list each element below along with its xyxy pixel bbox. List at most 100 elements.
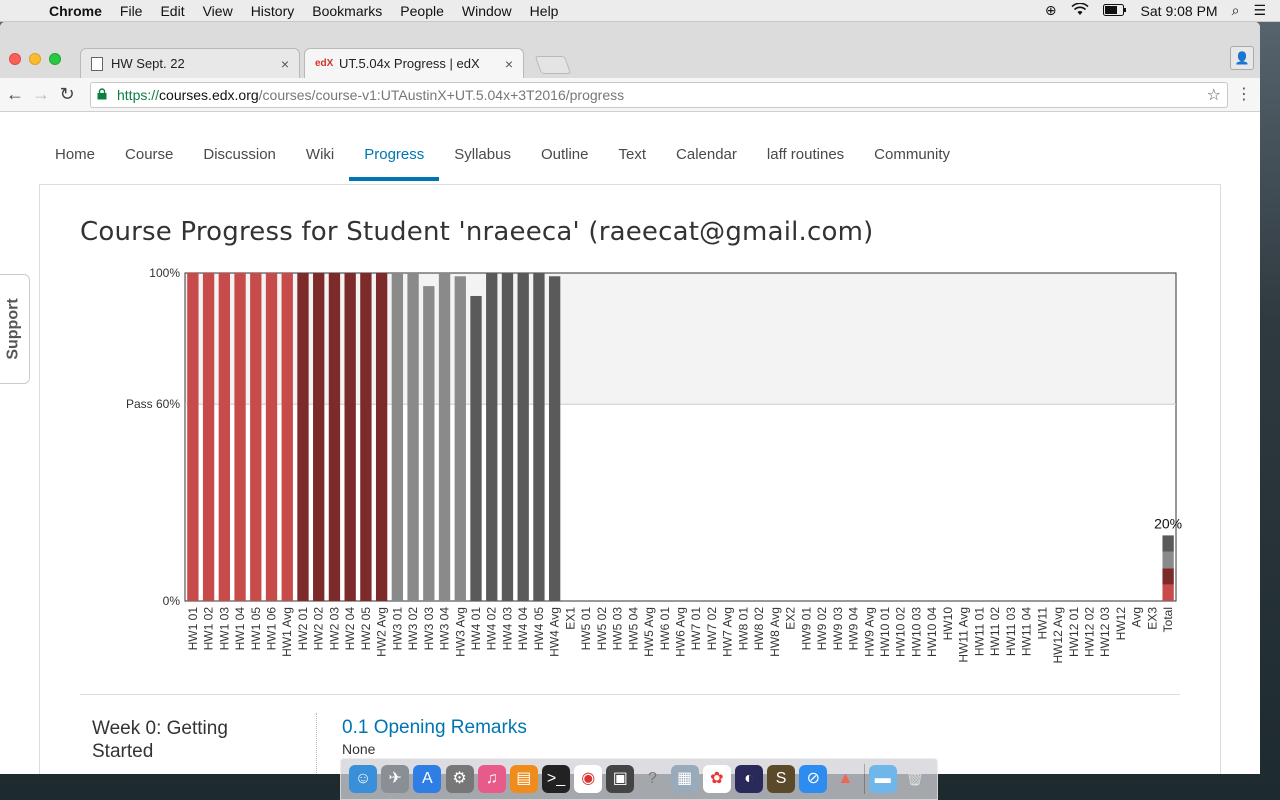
x-tick-label: HW9 03 xyxy=(831,607,845,651)
chrome-menu-icon[interactable]: ⋮ xyxy=(1236,84,1252,104)
address-bar[interactable]: https://courses.edx.org/courses/course-v… xyxy=(90,82,1228,108)
terminal-icon[interactable]: >_ xyxy=(542,765,571,793)
app-store-icon[interactable]: A xyxy=(413,765,442,793)
finder-icon[interactable]: ☺ xyxy=(349,765,378,793)
menu-edit[interactable]: Edit xyxy=(151,3,193,19)
nav-progress[interactable]: Progress xyxy=(349,132,440,181)
tab-edx-progress[interactable]: edX UT.5.04x Progress | edX × xyxy=(304,48,524,78)
close-tab-icon[interactable]: × xyxy=(505,56,513,72)
x-tick-label: HW5 Avg xyxy=(642,607,656,657)
trash-icon[interactable]: 🗑 xyxy=(901,765,929,793)
clock[interactable]: Sat 9:08 PM xyxy=(1141,3,1218,19)
bar xyxy=(360,273,372,601)
course-navigation: Home Course Discussion Wiki Progress Syl… xyxy=(40,132,965,181)
section-score: None xyxy=(342,741,376,757)
ibooks-icon[interactable]: ▤ xyxy=(509,765,538,793)
x-tick-label: EX1 xyxy=(563,607,577,630)
zoom-window-button[interactable] xyxy=(49,53,61,65)
bar xyxy=(501,273,514,601)
x-tick-label: HW3 03 xyxy=(422,607,436,651)
bar xyxy=(313,273,325,601)
folder-icon[interactable]: ▬ xyxy=(868,765,897,793)
bar xyxy=(391,273,404,601)
url-host: courses.edx.org xyxy=(159,87,259,103)
x-tick-label: HW5 02 xyxy=(595,607,609,651)
section-link[interactable]: 0.1 Opening Remarks xyxy=(342,717,527,739)
x-tick-label: HW6 01 xyxy=(658,607,672,651)
bar xyxy=(265,273,278,601)
nav-syllabus[interactable]: Syllabus xyxy=(439,132,526,177)
preview-icon[interactable]: ▣ xyxy=(606,765,635,793)
eclipse-icon[interactable]: ◐ xyxy=(734,765,763,793)
macos-menubar: Chrome File Edit View History Bookmarks … xyxy=(0,0,1280,22)
support-label: Support xyxy=(4,298,22,360)
accessibility-icon[interactable]: ⊕ xyxy=(1045,2,1057,19)
photos-icon[interactable]: ✿ xyxy=(702,765,731,793)
x-tick-label: HW11 01 xyxy=(972,607,986,656)
close-tab-icon[interactable]: × xyxy=(281,56,289,72)
reload-icon[interactable]: ↻ xyxy=(54,84,80,105)
nav-calendar[interactable]: Calendar xyxy=(661,132,752,177)
x-tick-label: HW10 01 xyxy=(878,607,892,657)
minimize-window-button[interactable] xyxy=(29,53,41,65)
menu-history[interactable]: History xyxy=(242,3,304,19)
menu-help[interactable]: Help xyxy=(521,3,568,19)
nav-course[interactable]: Course xyxy=(110,132,188,177)
x-tick-label: HW7 02 xyxy=(705,607,719,651)
back-arrow-icon[interactable]: ← xyxy=(2,84,28,105)
menu-file[interactable]: File xyxy=(111,3,152,19)
launchpad-icon[interactable]: ✈ xyxy=(381,765,410,793)
matlab-icon[interactable]: ▲ xyxy=(831,765,859,793)
total-bar-segment xyxy=(1162,535,1174,552)
nav-wiki[interactable]: Wiki xyxy=(291,132,349,177)
battery-icon[interactable] xyxy=(1102,3,1127,19)
x-tick-label: HW6 Avg xyxy=(674,607,688,657)
close-window-button[interactable] xyxy=(9,53,21,65)
forward-arrow-icon[interactable]: → xyxy=(28,84,54,105)
menu-view[interactable]: View xyxy=(194,3,242,19)
bar xyxy=(375,273,388,601)
bar xyxy=(234,273,246,601)
bar xyxy=(533,273,545,601)
x-tick-label: Avg xyxy=(1130,607,1144,627)
sublime-icon[interactable]: S xyxy=(767,765,796,793)
bookmark-star-icon[interactable]: ☆ xyxy=(1207,85,1221,105)
nav-text[interactable]: Text xyxy=(604,132,662,177)
help-icon[interactable]: ? xyxy=(638,765,666,793)
system-preferences-icon[interactable]: ⚙ xyxy=(445,765,474,793)
wifi-icon[interactable] xyxy=(1070,2,1089,19)
progress-chart: 100%Pass 60%0%HW1 01 HW1 02 HW1 03 HW1 04 HW… xyxy=(126,266,1182,663)
nav-outline[interactable]: Outline xyxy=(526,132,604,177)
url-path: /courses/course-v1:UTAustinX+UT.5.04x+3T… xyxy=(258,87,625,103)
y-tick-label: Pass 60% xyxy=(126,397,180,411)
spotlight-search-icon[interactable]: ⌕ xyxy=(1232,2,1240,19)
preview-photos-icon[interactable]: ▦ xyxy=(670,765,699,793)
menu-bookmarks[interactable]: Bookmarks xyxy=(303,3,391,19)
x-tick-label: HW3 01 xyxy=(390,607,404,651)
x-tick-label: HW9 Avg xyxy=(862,607,876,657)
nav-home[interactable]: Home xyxy=(40,132,110,177)
tab-hw-sept-22[interactable]: HW Sept. 22 × xyxy=(80,48,300,78)
nav-laff-routines[interactable]: laff routines xyxy=(752,132,859,177)
safari-icon[interactable]: ⊘ xyxy=(799,765,828,793)
new-tab-button[interactable] xyxy=(534,56,572,74)
menu-people[interactable]: People xyxy=(391,3,453,19)
profile-icon[interactable]: 👤 xyxy=(1230,46,1254,70)
bar xyxy=(454,276,466,601)
macos-dock: ☺ ✈ A ⚙ ♫ ▤ >_ ◉ ▣ ? ▦ ✿ ◐ S ⊘ ▲ ▬ 🗑 xyxy=(340,758,938,800)
x-tick-label: HW9 04 xyxy=(847,607,861,651)
x-tick-label: HW3 04 xyxy=(438,607,452,651)
nav-discussion[interactable]: Discussion xyxy=(188,132,291,177)
x-tick-label: HW10 03 xyxy=(909,607,923,657)
x-tick-label: HW2 03 xyxy=(327,607,341,651)
notification-center-icon[interactable]: ☰ xyxy=(1253,2,1266,19)
itunes-icon[interactable]: ♫ xyxy=(477,765,506,793)
chrome-icon[interactable]: ◉ xyxy=(574,765,603,793)
x-tick-label: HW8 01 xyxy=(736,607,750,651)
support-tab[interactable]: Support xyxy=(0,274,30,384)
menu-window[interactable]: Window xyxy=(453,3,521,19)
menu-app-chrome[interactable]: Chrome xyxy=(40,3,111,19)
nav-community[interactable]: Community xyxy=(859,132,965,177)
x-tick-label: HW11 03 xyxy=(1004,607,1018,656)
bar xyxy=(187,273,199,601)
